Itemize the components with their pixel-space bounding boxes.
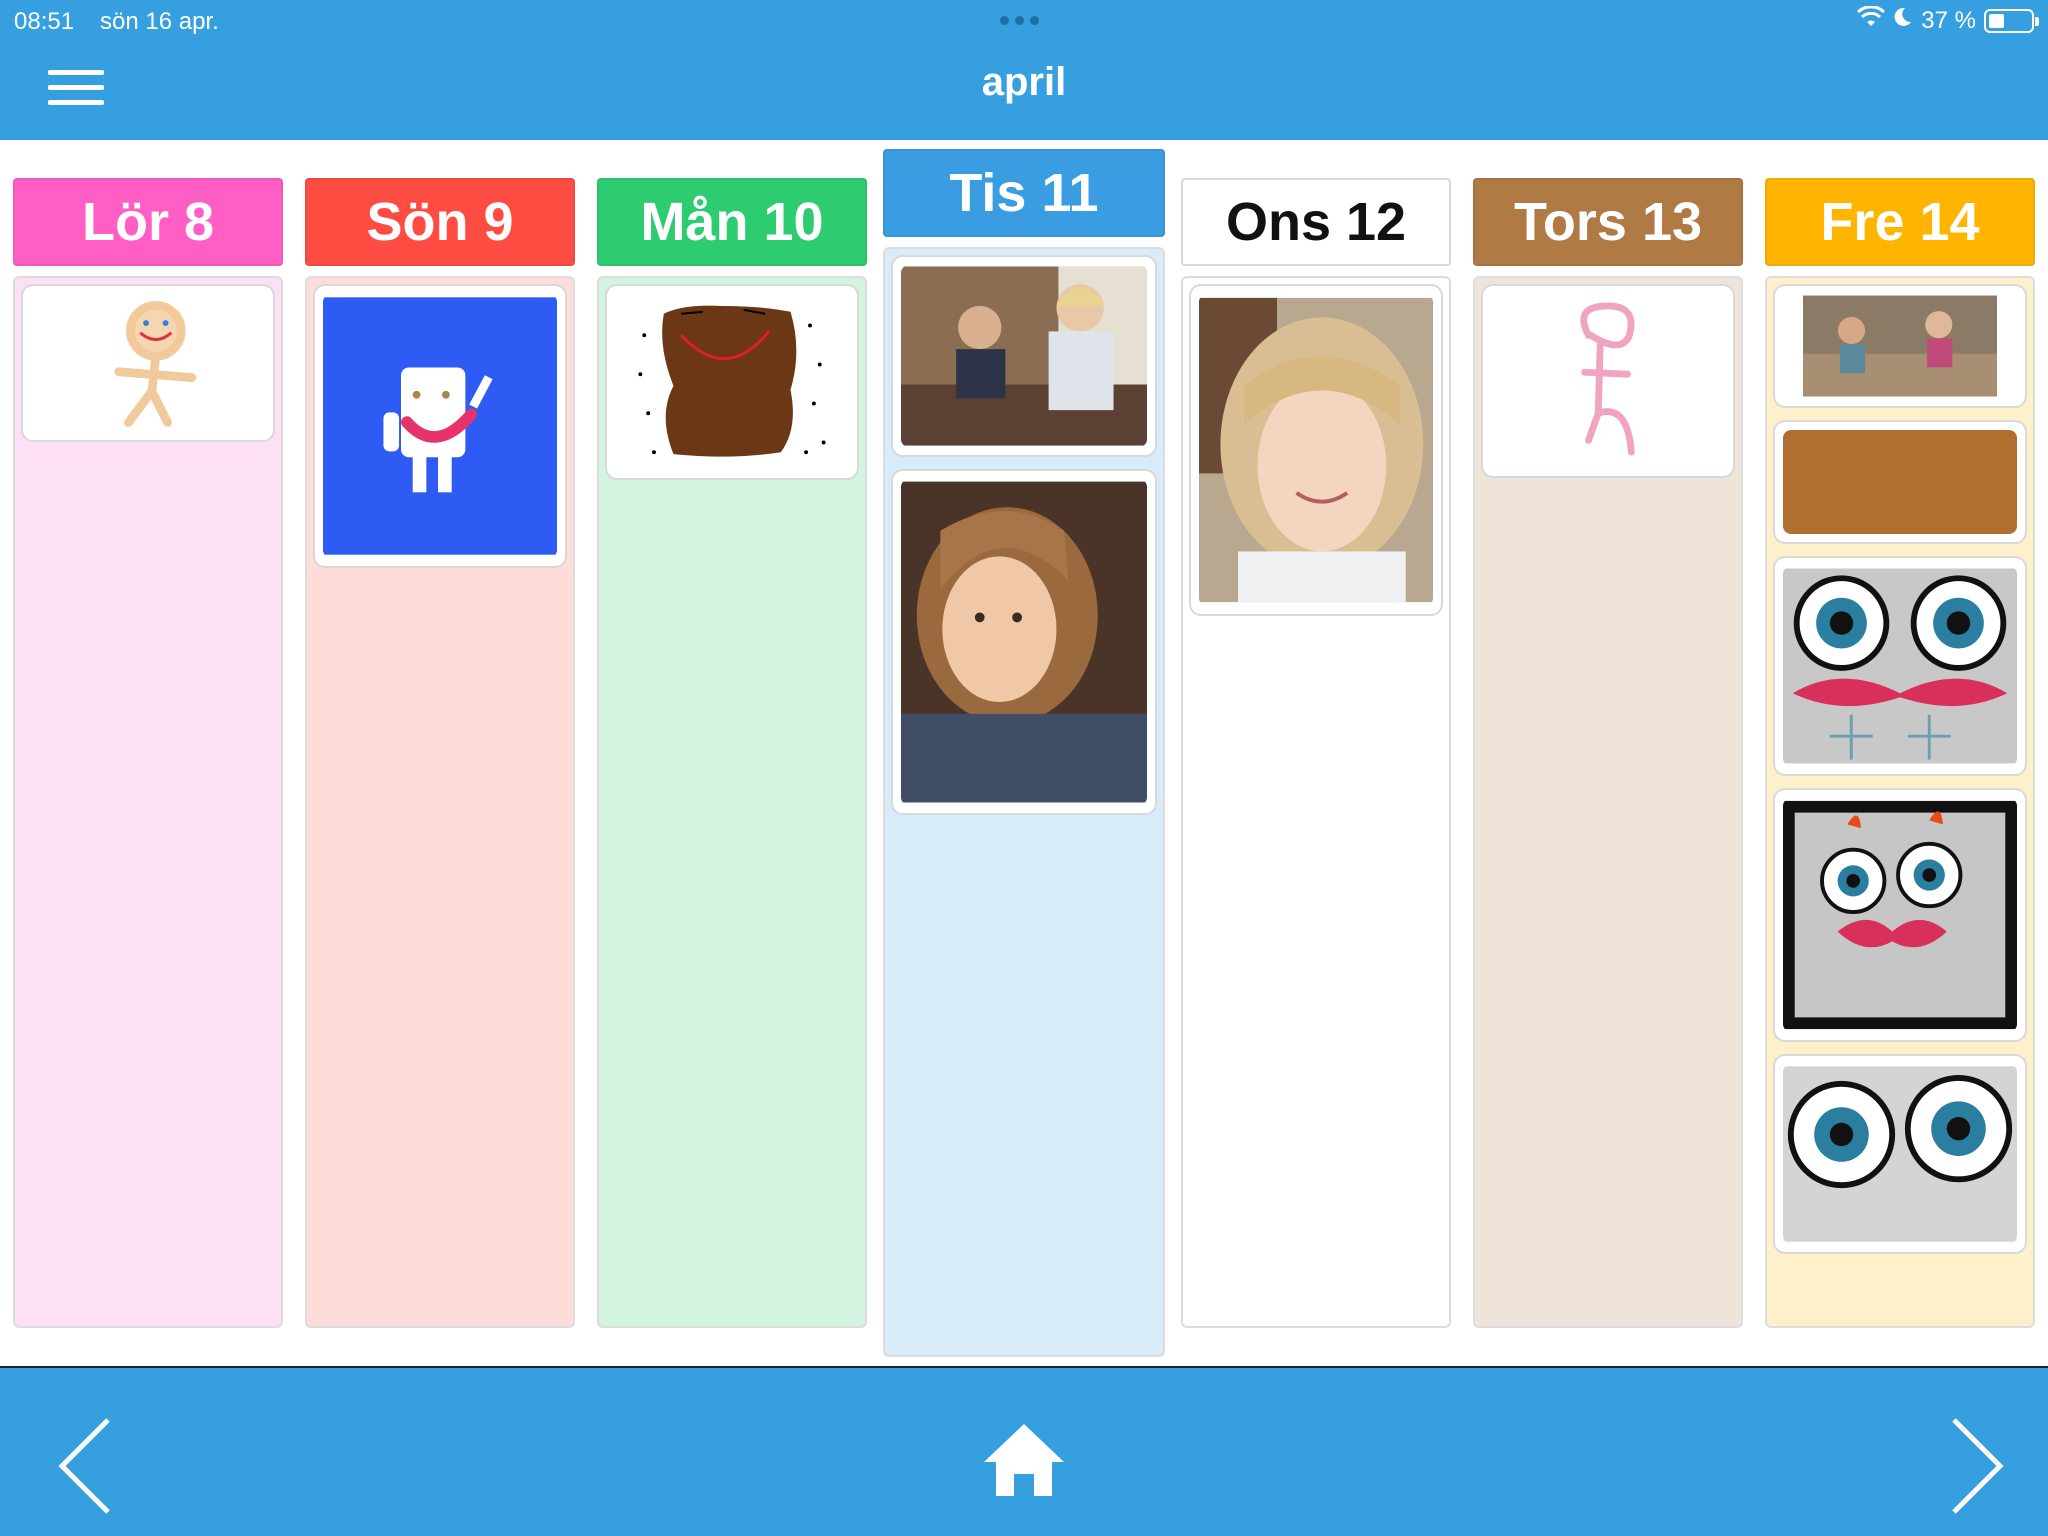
photo-kids-crafting <box>1783 294 2017 398</box>
activity-card[interactable] <box>1773 788 2027 1042</box>
activity-card[interactable] <box>21 284 275 442</box>
activity-card[interactable] <box>1773 420 2027 544</box>
day-body <box>1765 276 2035 1328</box>
day-body <box>1473 276 1743 1328</box>
brown-color-card <box>1783 430 2017 534</box>
day-column-tors-13: Tors 13 <box>1473 178 1743 1328</box>
brown-face-drawing <box>615 294 849 470</box>
header-bar: 08:51 sön 16 apr. 37 % april <box>0 0 2048 140</box>
chatterpix-safa-image <box>1783 798 2017 1032</box>
activity-card[interactable] <box>1773 556 2027 776</box>
home-icon[interactable] <box>980 1418 1068 1498</box>
day-header[interactable]: Lör 8 <box>13 178 283 266</box>
moon-icon <box>1893 6 1913 35</box>
day-column-fre-14: Fre 14 <box>1765 178 2035 1328</box>
day-header[interactable]: Tis 11 <box>883 149 1165 237</box>
day-header[interactable]: Mån 10 <box>597 178 867 266</box>
day-header[interactable]: Fre 14 <box>1765 178 2035 266</box>
activity-card[interactable] <box>605 284 859 480</box>
activity-card[interactable] <box>891 469 1157 815</box>
day-header[interactable]: Ons 12 <box>1181 178 1451 266</box>
day-body <box>1181 276 1451 1328</box>
status-time: 08:51 <box>14 8 75 35</box>
photo-girl-selfie <box>901 479 1147 805</box>
day-body <box>883 247 1165 1357</box>
day-column-son-9: Sön 9 <box>305 178 575 1328</box>
page-title: april <box>981 60 1067 104</box>
day-column-ons-12: Ons 12 <box>1181 178 1451 1328</box>
footer-bar <box>0 1366 2048 1536</box>
status-indicators: 37 % <box>1857 5 2039 35</box>
chevron-right-icon[interactable] <box>1930 1408 2010 1518</box>
photo-family-at-table <box>901 265 1147 447</box>
battery-percentage: 37 % <box>1921 6 1976 34</box>
multitasking-dots-icon[interactable] <box>1000 16 1039 25</box>
chevron-left-icon[interactable] <box>52 1408 132 1518</box>
activity-card[interactable] <box>1773 284 2027 408</box>
chatterpix-eyes-image <box>1783 1064 2017 1244</box>
day-column-man-10: Mån 10 <box>597 178 867 1328</box>
stick-figure-drawing <box>31 294 265 432</box>
day-header[interactable]: Tors 13 <box>1473 178 1743 266</box>
battery-icon <box>1984 8 2039 33</box>
activity-card[interactable] <box>1189 284 1443 616</box>
activity-card[interactable] <box>313 284 567 568</box>
pink-stick-figure-drawing <box>1491 294 1725 468</box>
day-header[interactable]: Sön 9 <box>305 178 575 266</box>
activity-card[interactable] <box>891 255 1157 457</box>
app-character-image <box>323 294 557 558</box>
status-bar: 08:51 sön 16 apr. 37 % <box>0 5 2048 36</box>
day-body <box>13 276 283 1328</box>
day-column-lor-8: Lör 8 <box>13 178 283 1328</box>
day-body <box>597 276 867 1328</box>
day-body <box>305 276 575 1328</box>
status-date: sön 16 apr. <box>100 8 219 35</box>
wifi-icon <box>1857 5 1886 35</box>
day-column-tis-11: Tis 11 <box>883 149 1165 1357</box>
activity-card[interactable] <box>1773 1054 2027 1254</box>
photo-girl-smiling <box>1199 294 1433 606</box>
chatterpix-eyes-lips-image <box>1783 566 2017 766</box>
activity-card[interactable] <box>1481 284 1735 478</box>
